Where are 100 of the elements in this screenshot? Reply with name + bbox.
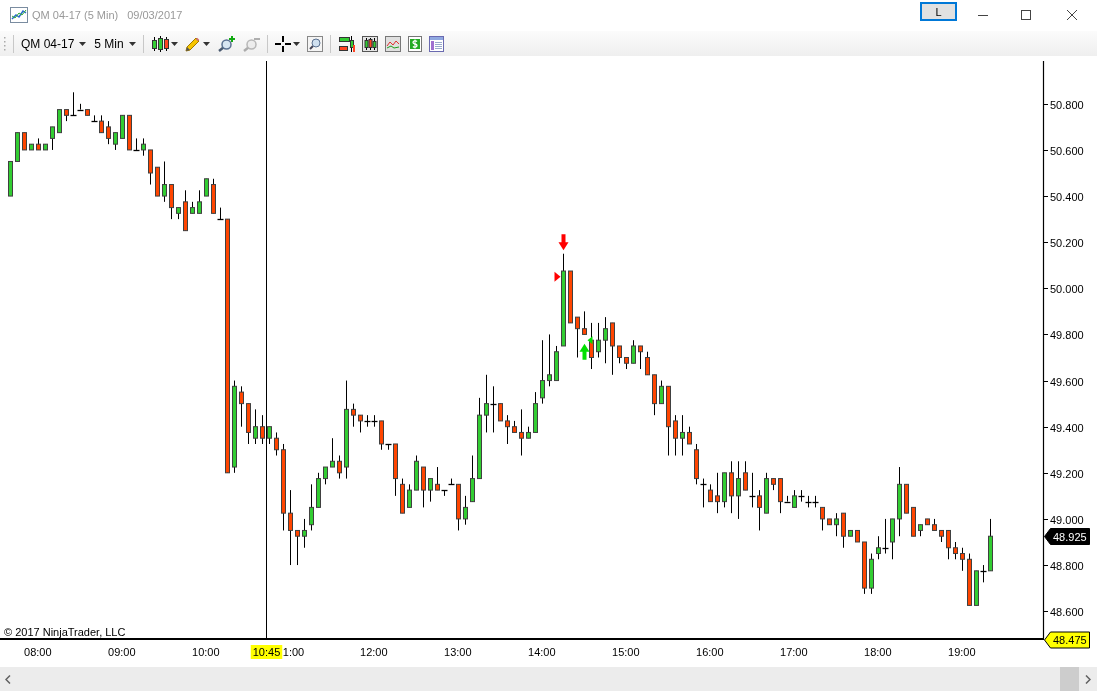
price-axis-label: 48.600 bbox=[1050, 605, 1084, 618]
time-axis-label: 16:00 bbox=[696, 646, 724, 658]
candlestick bbox=[148, 149, 153, 186]
zoom-in-icon[interactable] bbox=[216, 35, 235, 52]
candlestick bbox=[804, 495, 813, 508]
caret-icon[interactable] bbox=[170, 41, 178, 46]
time-axis-label: 08:00 bbox=[24, 646, 52, 658]
candlestick bbox=[834, 512, 839, 537]
price-axis-label: 49.400 bbox=[1050, 421, 1084, 434]
candlestick bbox=[505, 414, 510, 445]
magnifier-icon[interactable] bbox=[306, 35, 323, 52]
crosshair-price-label: 48.475 bbox=[1044, 631, 1090, 649]
candlestick bbox=[862, 541, 867, 595]
candlestick bbox=[43, 143, 48, 151]
time-axis-label: 14:00 bbox=[528, 646, 556, 658]
time-axis-label: 13:00 bbox=[444, 646, 472, 658]
right-chevron-icon[interactable] bbox=[1085, 674, 1091, 684]
bar-chart-icon[interactable] bbox=[337, 35, 355, 52]
candlestick bbox=[8, 160, 13, 197]
candlestick bbox=[736, 460, 741, 520]
candlestick bbox=[57, 109, 62, 134]
candlestick bbox=[533, 391, 538, 433]
candlestick bbox=[463, 495, 468, 526]
time-axis-label: 09:00 bbox=[108, 646, 136, 658]
candlestick bbox=[925, 518, 930, 526]
price-axis-label: 50.600 bbox=[1050, 144, 1084, 157]
grip-icon[interactable] bbox=[3, 35, 6, 52]
candlestick bbox=[302, 518, 307, 549]
triangle-marker-icon bbox=[554, 271, 561, 282]
candlestick bbox=[967, 553, 972, 606]
candlestick bbox=[904, 483, 909, 514]
candlestick bbox=[568, 270, 573, 324]
instrument-dropdown[interactable]: QM 04-17 bbox=[21, 33, 87, 54]
close-icon[interactable] bbox=[1067, 10, 1077, 20]
dollar-document-icon[interactable] bbox=[407, 35, 422, 52]
candlestick bbox=[421, 466, 426, 508]
caret-icon[interactable] bbox=[128, 41, 136, 46]
interval-dropdown[interactable]: 5 Min bbox=[94, 33, 136, 54]
time-axis-label: 12:00 bbox=[360, 646, 388, 658]
candlestick bbox=[932, 518, 937, 531]
candlestick bbox=[113, 132, 118, 151]
candlestick bbox=[631, 339, 636, 364]
candlestick bbox=[246, 403, 251, 445]
candlestick bbox=[253, 408, 258, 445]
price-axis-label: 50.400 bbox=[1050, 190, 1084, 203]
candlestick bbox=[29, 143, 34, 151]
triangle-marker-icon bbox=[587, 336, 593, 345]
candlestick bbox=[659, 380, 664, 405]
candlestick bbox=[267, 426, 272, 445]
candlestick bbox=[260, 414, 265, 445]
candlestick bbox=[323, 466, 328, 485]
crosshair-icon[interactable] bbox=[274, 35, 291, 52]
candlestick-icon[interactable] bbox=[150, 35, 169, 52]
candlestick bbox=[645, 351, 650, 376]
candlestick bbox=[190, 201, 195, 214]
candlestick bbox=[939, 529, 944, 543]
candlestick bbox=[183, 189, 188, 232]
candlestick bbox=[400, 478, 405, 514]
time-axis-label: 17:00 bbox=[780, 646, 808, 658]
candlestick bbox=[519, 408, 524, 456]
horizontal-scrollbar[interactable] bbox=[0, 667, 1097, 691]
line-chart-icon[interactable] bbox=[384, 35, 401, 52]
candlestick bbox=[316, 472, 321, 508]
scrollbar-thumb[interactable] bbox=[1060, 667, 1079, 691]
candlestick bbox=[897, 466, 902, 537]
time-axis-label: 18:00 bbox=[864, 646, 892, 658]
candlestick bbox=[330, 437, 335, 468]
price-axis-label: 49.200 bbox=[1050, 467, 1084, 480]
form-window-icon[interactable] bbox=[428, 35, 444, 52]
candlestick bbox=[295, 529, 300, 566]
up-arrow-icon bbox=[579, 343, 590, 360]
candlestick bbox=[960, 547, 965, 572]
candlestick bbox=[309, 483, 314, 531]
candlestick bbox=[603, 316, 608, 364]
pencil-icon[interactable] bbox=[184, 35, 201, 52]
price-axis-label: 49.000 bbox=[1050, 513, 1084, 526]
time-axis-label: 19:00 bbox=[948, 646, 976, 658]
maximize-icon[interactable] bbox=[1021, 10, 1031, 20]
caret-icon[interactable] bbox=[292, 41, 300, 46]
link-button[interactable]: L bbox=[920, 2, 957, 21]
price-axis-label: 49.800 bbox=[1050, 328, 1084, 341]
down-arrow-icon bbox=[558, 234, 569, 251]
left-chevron-icon[interactable] bbox=[5, 674, 11, 684]
candlestick-chart-icon[interactable] bbox=[361, 35, 378, 52]
candlestick bbox=[953, 541, 958, 560]
candlestick bbox=[722, 472, 727, 508]
candlestick bbox=[680, 414, 685, 456]
candlestick bbox=[15, 132, 20, 162]
candlestick bbox=[652, 374, 657, 416]
candlestick bbox=[22, 132, 27, 151]
candlestick bbox=[638, 345, 643, 370]
caret-icon[interactable] bbox=[79, 41, 87, 46]
candlestick bbox=[470, 455, 475, 503]
candlestick bbox=[575, 316, 580, 358]
candlestick bbox=[526, 426, 531, 439]
candlestick bbox=[771, 478, 776, 491]
candlestick bbox=[911, 506, 916, 537]
candlestick bbox=[617, 345, 622, 364]
candlestick bbox=[729, 460, 734, 514]
caret-icon[interactable] bbox=[202, 41, 210, 46]
